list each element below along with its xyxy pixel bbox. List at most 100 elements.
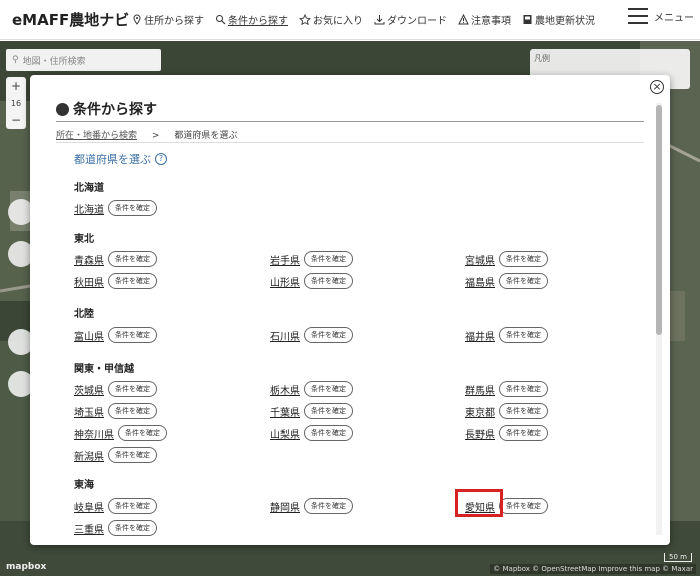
zoom-control[interactable]: + 16 − bbox=[6, 77, 26, 129]
nav-condition-search[interactable]: 条件から探す bbox=[215, 8, 288, 32]
pref-link[interactable]: 秋田県 bbox=[74, 274, 104, 289]
warning-icon bbox=[458, 14, 469, 25]
pref-link[interactable]: 東京都 bbox=[465, 404, 495, 419]
hamburger-icon bbox=[628, 8, 648, 24]
pref-link[interactable]: 宮城県 bbox=[465, 252, 495, 267]
legend-title: 凡例 bbox=[534, 54, 550, 63]
pref-item: 山形県 条件を確定 bbox=[270, 273, 353, 289]
pref-link[interactable]: 福井県 bbox=[465, 328, 495, 343]
breadcrumb-link-address[interactable]: 所在・地番から検索 bbox=[56, 131, 137, 141]
nav-label: お気に入り bbox=[313, 16, 363, 27]
confirm-button[interactable]: 条件を確定 bbox=[499, 251, 548, 267]
main-nav: 住所から探す 条件から探す お気に入り ダウンロード 注意事項 農地更新状況 bbox=[132, 0, 606, 40]
confirm-button[interactable]: 条件を確定 bbox=[499, 273, 548, 289]
breadcrumb: 所在・地番から検索 > 都道府県を選ぶ bbox=[56, 128, 237, 141]
pref-link[interactable]: 新潟県 bbox=[74, 448, 104, 463]
book-icon bbox=[523, 15, 532, 24]
pref-item: 岩手県 条件を確定 bbox=[270, 251, 353, 267]
confirm-button[interactable]: 条件を確定 bbox=[108, 403, 157, 419]
pref-item: 宮城県 条件を確定 bbox=[465, 251, 548, 267]
nav-address-search[interactable]: 住所から探す bbox=[132, 8, 204, 32]
confirm-button[interactable]: 条件を確定 bbox=[304, 403, 353, 419]
app-logo[interactable]: eMAFF農地ナビ bbox=[12, 9, 132, 30]
download-icon bbox=[374, 15, 385, 25]
close-icon[interactable]: × bbox=[650, 80, 664, 94]
filter-search-icon bbox=[216, 15, 226, 25]
confirm-button[interactable]: 条件を確定 bbox=[499, 498, 548, 514]
confirm-button[interactable]: 条件を確定 bbox=[118, 425, 167, 441]
pref-link[interactable]: 石川県 bbox=[270, 328, 300, 343]
pref-link[interactable]: 岩手県 bbox=[270, 252, 300, 267]
pref-link[interactable]: 長野県 bbox=[465, 426, 495, 441]
scrollbar-thumb[interactable] bbox=[656, 105, 662, 335]
modal-title-text: 条件から探す bbox=[73, 102, 157, 118]
pref-link[interactable]: 北海道 bbox=[74, 201, 104, 216]
map-attribution[interactable]: © Mapbox © OpenStreetMap Improve this ma… bbox=[490, 564, 696, 574]
confirm-button[interactable]: 条件を確定 bbox=[108, 520, 157, 536]
pref-link[interactable]: 群馬県 bbox=[465, 382, 495, 397]
confirm-button[interactable]: 条件を確定 bbox=[499, 327, 548, 343]
nav-update-status[interactable]: 農地更新状況 bbox=[522, 8, 595, 32]
map-search-input[interactable]: ⚲ 地図・住所検索 bbox=[6, 49, 161, 71]
menu-button[interactable]: メニュー bbox=[628, 8, 694, 24]
nav-label: 農地更新状況 bbox=[535, 16, 595, 27]
pref-item: 茨城県 条件を確定 bbox=[74, 381, 157, 397]
confirm-button[interactable]: 条件を確定 bbox=[304, 251, 353, 267]
region-tohoku: 東北 bbox=[74, 234, 94, 245]
zoom-in-button[interactable]: + bbox=[11, 79, 21, 93]
pref-item: 新潟県 条件を確定 bbox=[74, 447, 157, 463]
confirm-button[interactable]: 条件を確定 bbox=[304, 498, 353, 514]
confirm-button[interactable]: 条件を確定 bbox=[499, 425, 548, 441]
menu-label: メニュー bbox=[654, 12, 694, 24]
confirm-button[interactable]: 条件を確定 bbox=[499, 381, 548, 397]
confirm-button[interactable]: 条件を確定 bbox=[304, 425, 353, 441]
nav-label: 条件から探す bbox=[228, 16, 288, 27]
nav-label: ダウンロード bbox=[387, 16, 447, 27]
confirm-button[interactable]: 条件を確定 bbox=[304, 381, 353, 397]
pref-link[interactable]: 富山県 bbox=[74, 328, 104, 343]
pref-item: 石川県 条件を確定 bbox=[270, 327, 353, 343]
confirm-button[interactable]: 条件を確定 bbox=[108, 447, 157, 463]
prefecture-heading-text: 都道府県を選ぶ bbox=[74, 153, 151, 166]
pref-link[interactable]: 岐阜県 bbox=[74, 499, 104, 514]
nav-download[interactable]: ダウンロード bbox=[374, 8, 447, 32]
pref-link[interactable]: 山梨県 bbox=[270, 426, 300, 441]
region-hokkaido: 北海道 bbox=[74, 183, 104, 194]
confirm-button[interactable]: 条件を確定 bbox=[108, 251, 157, 267]
region-kanto-koshinetsu: 関東・甲信越 bbox=[74, 364, 134, 375]
breadcrumb-current: 都道府県を選ぶ bbox=[174, 131, 238, 141]
pref-item: 青森県 条件を確定 bbox=[74, 251, 157, 267]
pref-link[interactable]: 青森県 bbox=[74, 252, 104, 267]
help-icon[interactable]: ? bbox=[155, 153, 167, 165]
confirm-button[interactable]: 条件を確定 bbox=[108, 327, 157, 343]
pref-link[interactable]: 埼玉県 bbox=[74, 404, 104, 419]
confirm-button[interactable]: 条件を確定 bbox=[108, 498, 157, 514]
confirm-button[interactable]: 条件を確定 bbox=[108, 273, 157, 289]
nav-label: 注意事項 bbox=[471, 16, 511, 27]
pref-link[interactable]: 茨城県 bbox=[74, 382, 104, 397]
zoom-out-button[interactable]: − bbox=[11, 113, 21, 127]
confirm-button[interactable]: 条件を確定 bbox=[108, 200, 157, 216]
confirm-button[interactable]: 条件を確定 bbox=[499, 403, 548, 419]
pref-item: 埼玉県 条件を確定 bbox=[74, 403, 157, 419]
pin-icon bbox=[133, 14, 141, 25]
top-header: eMAFF農地ナビ 住所から探す 条件から探す お気に入り ダウンロード 注意事… bbox=[0, 0, 700, 40]
pref-link[interactable]: 福島県 bbox=[465, 274, 495, 289]
nav-label: 住所から探す bbox=[144, 16, 204, 27]
pref-item: 北海道 条件を確定 bbox=[74, 200, 157, 216]
divider bbox=[56, 121, 644, 122]
pref-item: 福島県 条件を確定 bbox=[465, 273, 548, 289]
pref-item: 秋田県 条件を確定 bbox=[74, 273, 157, 289]
confirm-button[interactable]: 条件を確定 bbox=[108, 381, 157, 397]
pref-link[interactable]: 山形県 bbox=[270, 274, 300, 289]
pref-link[interactable]: 神奈川県 bbox=[74, 426, 114, 441]
pref-link[interactable]: 千葉県 bbox=[270, 404, 300, 419]
confirm-button[interactable]: 条件を確定 bbox=[304, 327, 353, 343]
nav-favorites[interactable]: お気に入り bbox=[299, 8, 363, 32]
confirm-button[interactable]: 条件を確定 bbox=[304, 273, 353, 289]
pref-item: 岐阜県 条件を確定 bbox=[74, 498, 157, 514]
pref-link[interactable]: 三重県 bbox=[74, 521, 104, 536]
pref-link[interactable]: 静岡県 bbox=[270, 499, 300, 514]
pref-link[interactable]: 栃木県 bbox=[270, 382, 300, 397]
nav-notes[interactable]: 注意事項 bbox=[458, 8, 511, 32]
